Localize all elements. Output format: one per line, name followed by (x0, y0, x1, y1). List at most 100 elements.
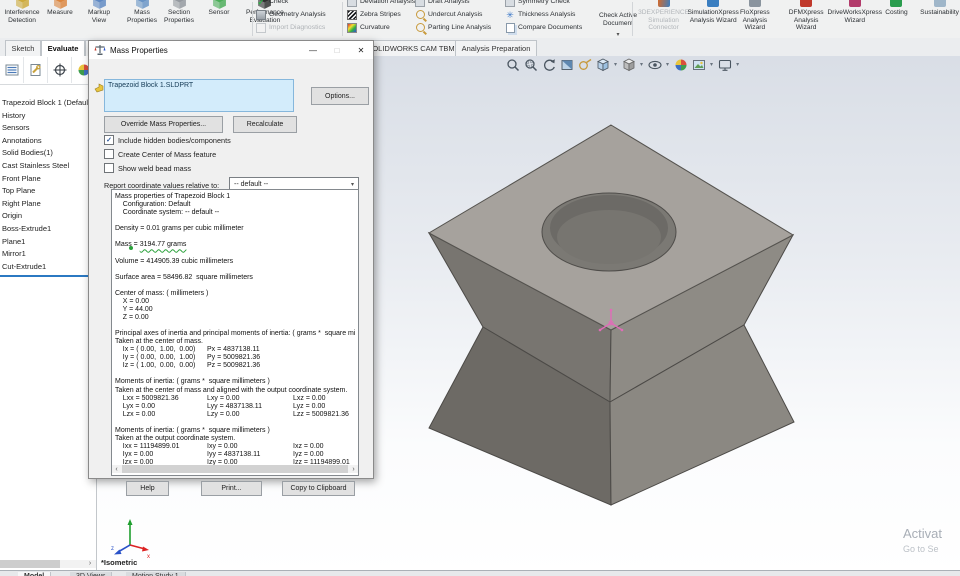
ribbon-item-symmetry-check[interactable]: Symmetry Check (505, 0, 597, 8)
close-button[interactable]: ✕ (349, 42, 373, 59)
ribbon-wizard-button[interactable]: 3DEXPERIENCE Simulation Connector (634, 0, 693, 32)
report-line: Taken at the center of mass and aligned … (115, 386, 348, 394)
options-button[interactable]: Options... (311, 87, 369, 105)
ribbon-tool-button[interactable]: Interference Detection (2, 0, 42, 25)
tool-icon (15, 0, 30, 9)
apply-scene-icon[interactable] (691, 57, 706, 72)
tree-item[interactable]: History (0, 110, 96, 123)
ribbon-tool-button[interactable]: Mass Properties (120, 0, 164, 25)
tab-analysis-preparation[interactable]: Analysis Preparation (455, 40, 537, 56)
dynamic-annotation-icon[interactable] (577, 57, 592, 72)
tree-item[interactable]: Origin (0, 210, 96, 223)
ribbon-item-check[interactable]: ✓ Check (256, 0, 340, 8)
ribbon-item-compare-documents[interactable]: Compare Documents (505, 21, 597, 34)
print-button[interactable]: Print... (201, 481, 262, 496)
mass-properties-report: Mass properties of Trapezoid Block 1 Con… (111, 189, 359, 476)
checkbox-checked-icon[interactable]: ✓ (104, 135, 114, 145)
report-line: Lyx = 0.00 Lyy = 4837138.11 Lyz = 0.00 (115, 402, 326, 410)
tree-item[interactable]: Annotations (0, 135, 96, 148)
ribbon-wizard-button[interactable]: Sustainability (919, 0, 960, 32)
ribbon-wizard-button[interactable]: DriveWorksXpress Wizard (828, 0, 882, 32)
chevron-down-icon[interactable]: ▾ (640, 61, 643, 68)
tree-item[interactable]: Sensors (0, 122, 96, 135)
chevron-down-icon[interactable]: ▾ (666, 61, 669, 68)
tab-solidworks-cam-tbm[interactable]: SOLIDWORKS CAM TBM (366, 40, 456, 56)
chevron-down-icon[interactable]: ▾ (710, 61, 713, 68)
hide-show-items-icon[interactable] (647, 57, 662, 72)
report-horizontal-scrollbar[interactable]: ‹ › (112, 465, 358, 473)
bottom-tab-bar: Model 3D Views Motion Study 1 (0, 570, 960, 576)
tree-item[interactable]: Top Plane (0, 185, 96, 198)
ribbon-item-draft-analysis[interactable]: Draft Analysis (415, 0, 507, 8)
override-mass-properties-button[interactable]: Override Mass Properties... (104, 116, 223, 133)
tab-sketch[interactable]: Sketch (5, 40, 41, 56)
checkbox-unchecked-icon[interactable] (104, 163, 114, 173)
ribbon-wizard-button[interactable]: FloXpress Analysis Wizard (733, 0, 776, 32)
edit-appearance-icon[interactable] (673, 57, 688, 72)
tree-item[interactable]: Plane1 (0, 236, 96, 249)
feature-manager-panel: Trapezoid Block 1 (Default< History Senso… (0, 56, 97, 571)
previous-view-icon[interactable] (541, 57, 556, 72)
report-line: Principal axes of inertia and principal … (115, 330, 356, 338)
tree-item[interactable]: Solid Bodies(1) (0, 147, 96, 160)
tree-item[interactable]: Right Plane (0, 198, 96, 211)
dialog-title-bar[interactable]: Mass Properties — □ ✕ (89, 41, 373, 59)
selection-box[interactable]: Trapezoid Block 1.SLDPRT (104, 79, 294, 112)
minimize-button[interactable]: — (301, 42, 325, 59)
zoom-to-area-icon[interactable] (523, 57, 538, 72)
tab-motion-study[interactable]: Motion Study 1 (126, 572, 186, 576)
panel-horizontal-scrollbar[interactable]: › (0, 560, 96, 568)
scroll-right-arrow[interactable]: › (84, 560, 96, 568)
center-of-mass-symbol (598, 308, 624, 332)
scrollbar-thumb[interactable] (122, 465, 348, 473)
coordinate-triad: x z (111, 519, 150, 558)
rollback-bar[interactable] (0, 275, 96, 278)
chevron-down-icon[interactable]: ▾ (736, 61, 739, 68)
ribbon-stack-analysis: Symmetry Check ✳ Thickness Analysis Compa… (505, 0, 597, 34)
tab-evaluate[interactable]: Evaluate (41, 40, 85, 56)
windows-activation-watermark: Activat Go to Se (903, 526, 943, 554)
checkbox-create-center-of-mass[interactable]: Create Center of Mass feature (104, 149, 216, 159)
view-settings-icon[interactable] (717, 57, 732, 72)
recalculate-button[interactable]: Recalculate (233, 116, 297, 133)
ribbon-wizard-button[interactable]: SimulationXpress Analysis Wizard (688, 0, 739, 32)
tree-item[interactable]: Mirror1 (0, 248, 96, 261)
ribbon-tool-button[interactable]: Sensor (194, 0, 244, 25)
ribbon-item-thickness-analysis[interactable]: ✳ Thickness Analysis (505, 8, 597, 21)
tab-property-manager[interactable] (24, 57, 48, 83)
ribbon-wizard-button[interactable]: Costing (874, 0, 919, 32)
scroll-right-arrow[interactable]: › (349, 466, 358, 473)
tool-icon (212, 0, 227, 9)
tab-feature-tree[interactable] (0, 57, 24, 83)
zoom-to-fit-icon[interactable] (505, 57, 520, 72)
checkbox-include-hidden-bodies[interactable]: ✓ Include hidden bodies/components (104, 135, 231, 145)
display-style-icon[interactable] (621, 57, 636, 72)
import-diagnostics-icon (256, 22, 266, 33)
tab-3d-views[interactable]: 3D Views (70, 572, 113, 576)
checkbox-unchecked-icon[interactable] (104, 149, 114, 159)
ribbon-tool-button[interactable]: Section Properties (164, 0, 194, 25)
tree-item[interactable]: Cast Stainless Steel (0, 160, 96, 173)
scroll-left-arrow[interactable]: ‹ (112, 466, 121, 473)
chevron-down-icon[interactable]: ▾ (614, 61, 617, 68)
view-orientation-icon[interactable] (595, 57, 610, 72)
tab-configuration-manager[interactable] (48, 57, 72, 83)
ribbon-tool-button[interactable]: Markup View (78, 0, 120, 25)
ribbon-big-buttons: Interference Detection Measure Markup Vi… (2, 0, 286, 25)
help-button[interactable]: Help (126, 481, 169, 496)
ribbon-item-undercut-analysis[interactable]: Undercut Analysis (415, 8, 507, 21)
tree-item[interactable]: Front Plane (0, 173, 96, 186)
tree-root-item[interactable]: Trapezoid Block 1 (Default< (0, 97, 96, 110)
checkbox-show-weld-bead-mass[interactable]: Show weld bead mass (104, 163, 191, 173)
tree-item[interactable]: Cut-Extrude1 (0, 261, 96, 274)
tool-icon (92, 0, 107, 9)
tab-model[interactable]: Model (18, 572, 52, 576)
ribbon-item-parting-line-analysis[interactable]: Parting Line Analysis (415, 21, 507, 34)
ribbon-item-geometry-analysis[interactable]: Geometry Analysis (256, 8, 340, 21)
tree-item[interactable]: Boss-Extrude1 (0, 223, 96, 236)
section-view-icon[interactable] (559, 57, 574, 72)
copy-to-clipboard-button[interactable]: Copy to Clipboard (282, 481, 355, 496)
ribbon-tool-button[interactable]: Measure (42, 0, 78, 25)
scrollbar-thumb[interactable] (0, 560, 60, 568)
report-line (115, 266, 358, 274)
